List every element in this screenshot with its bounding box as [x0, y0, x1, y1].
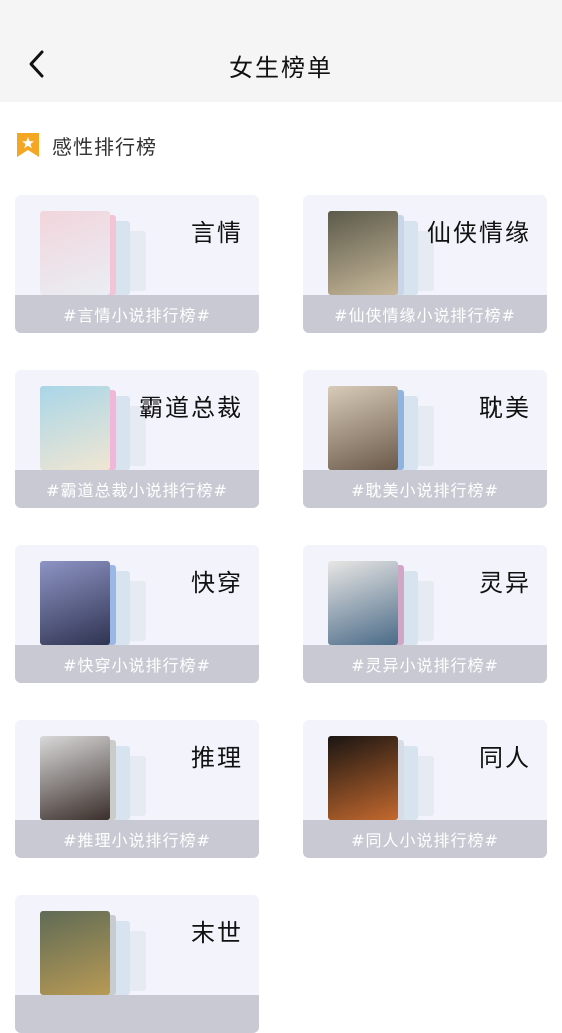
category-tag: #快穿小说排行榜#: [15, 645, 259, 683]
page-title: 女生榜单: [229, 54, 333, 82]
category-name: 仙侠情缘: [427, 219, 531, 247]
book-stack: [328, 736, 438, 820]
book-cover-image: [40, 211, 110, 295]
category-name: 快穿: [191, 569, 243, 597]
book-stack: [40, 736, 150, 820]
section-header: 感性排行榜: [16, 130, 157, 160]
category-tag: [15, 995, 259, 1033]
status-bar: [0, 0, 562, 30]
category-tag: #言情小说排行榜#: [15, 295, 259, 333]
book-stack: [328, 561, 438, 645]
category-card[interactable]: 快穿 #快穿小说排行榜#: [15, 545, 259, 683]
book-cover-image: [328, 561, 398, 645]
book-stack: [40, 211, 150, 295]
book-stack: [40, 561, 150, 645]
book-stack: [328, 211, 438, 295]
category-tag: #同人小说排行榜#: [303, 820, 547, 858]
category-card[interactable]: 仙侠情缘 #仙侠情缘小说排行榜#: [303, 195, 547, 333]
book-cover-image: [40, 736, 110, 820]
book-cover-image: [40, 561, 110, 645]
bookmark-star-icon: [17, 133, 39, 157]
category-card[interactable]: 言情 #言情小说排行榜#: [15, 195, 259, 333]
book-cover-image: [40, 386, 110, 470]
book-stack: [328, 386, 438, 470]
category-name: 耽美: [479, 394, 531, 422]
category-tag: #推理小说排行榜#: [15, 820, 259, 858]
category-card[interactable]: 末世: [15, 895, 259, 1033]
header: 女生榜单: [0, 30, 562, 102]
category-tag: #仙侠情缘小说排行榜#: [303, 295, 547, 333]
category-card[interactable]: 耽美 #耽美小说排行榜#: [303, 370, 547, 508]
book-stack: [40, 386, 150, 470]
category-tag: #耽美小说排行榜#: [303, 470, 547, 508]
category-tag: #霸道总裁小说排行榜#: [15, 470, 259, 508]
category-name: 推理: [191, 744, 243, 772]
category-tag: #灵异小说排行榜#: [303, 645, 547, 683]
book-cover-image: [328, 736, 398, 820]
category-card[interactable]: 推理 #推理小说排行榜#: [15, 720, 259, 858]
section-title: 感性排行榜: [52, 134, 157, 159]
category-name: 霸道总裁: [139, 394, 243, 422]
category-name: 言情: [191, 219, 243, 247]
category-card[interactable]: 霸道总裁 #霸道总裁小说排行榜#: [15, 370, 259, 508]
book-stack: [40, 911, 150, 995]
book-cover-image: [328, 211, 398, 295]
category-card[interactable]: 灵异 #灵异小说排行榜#: [303, 545, 547, 683]
category-card[interactable]: 同人 #同人小说排行榜#: [303, 720, 547, 858]
book-cover-image: [40, 911, 110, 995]
book-cover-image: [328, 386, 398, 470]
category-name: 末世: [191, 919, 243, 947]
category-name: 同人: [479, 744, 531, 772]
category-name: 灵异: [479, 569, 531, 597]
